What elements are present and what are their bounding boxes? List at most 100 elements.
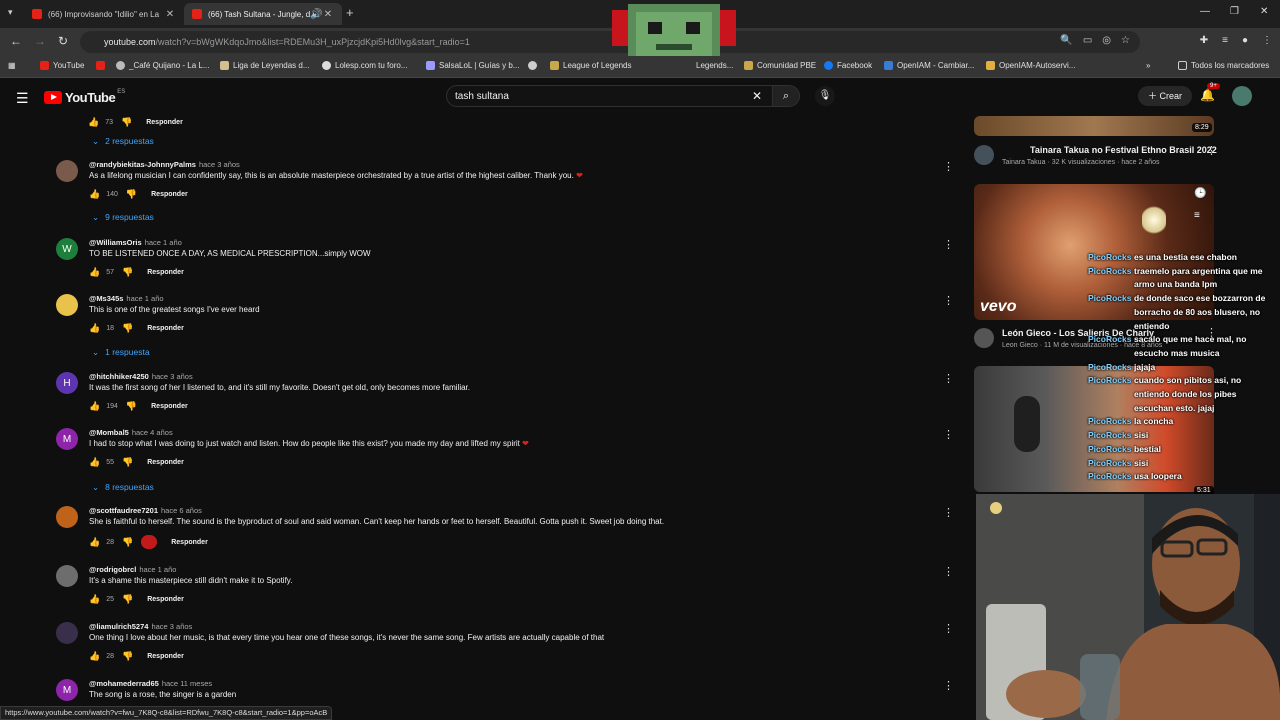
media-icon[interactable]: ≡	[1222, 35, 1228, 46]
reply-button[interactable]: Responder	[147, 325, 184, 332]
bookmark-legends[interactable]: Legends...	[696, 61, 733, 70]
watch-later-icon[interactable]: 🕒	[1194, 188, 1206, 199]
search-input[interactable]: tash sultana ✕	[446, 85, 772, 107]
close-tab-icon[interactable]: ✕	[164, 9, 176, 20]
comment-more-icon[interactable]: ⋮	[943, 506, 954, 519]
comment-more-icon[interactable]: ⋮	[943, 428, 954, 441]
like-icon[interactable]: 👍	[89, 594, 100, 605]
comment-username[interactable]: @Ms345s	[89, 294, 123, 303]
create-button[interactable]: ＋ Crear	[1138, 86, 1193, 106]
commenter-avatar[interactable]	[56, 160, 78, 182]
comment-time[interactable]: hace 6 años	[161, 506, 202, 515]
comment-time[interactable]: hace 1 año	[126, 294, 163, 303]
hamburger-menu-icon[interactable]: ☰	[16, 90, 29, 107]
dislike-icon[interactable]: 👎	[122, 267, 133, 278]
comment-more-icon[interactable]: ⋮	[943, 238, 954, 251]
comment-username[interactable]: @scottfaudree7201	[89, 506, 158, 515]
dislike-icon[interactable]: 👎	[126, 189, 137, 200]
comment-more-icon[interactable]: ⋮	[943, 565, 954, 578]
comment-time[interactable]: hace 1 año	[145, 238, 182, 247]
bookmark-facebook[interactable]: Facebook	[824, 61, 872, 70]
comment-more-icon[interactable]: ⋮	[943, 372, 954, 385]
browser-tab-1[interactable]: (66) Improvisando "Idilio" en La ✕	[24, 3, 184, 25]
close-window-icon[interactable]: ✕	[1260, 6, 1268, 17]
replies-toggle[interactable]: ⌄ 8 respuestas	[92, 482, 154, 493]
reply-button[interactable]: Responder	[151, 191, 188, 198]
minimize-icon[interactable]: —	[1200, 6, 1210, 17]
dislike-icon[interactable]: 👎	[122, 537, 133, 548]
reply-button[interactable]: Responder	[147, 269, 184, 276]
video-more-icon[interactable]: ⋮	[1206, 144, 1217, 157]
apps-icon[interactable]: ▦	[8, 61, 16, 70]
commenter-avatar[interactable]: M	[56, 428, 78, 450]
like-icon[interactable]: 👍	[88, 117, 99, 128]
clear-search-icon[interactable]: ✕	[752, 89, 762, 103]
bookmark-star-icon[interactable]: ☆	[1121, 35, 1130, 46]
reply-button[interactable]: Responder	[151, 403, 188, 410]
all-bookmarks-folder[interactable]: Todos los marcadores	[1178, 61, 1269, 70]
extensions-icon[interactable]: ✚	[1200, 35, 1208, 46]
like-icon[interactable]: 👍	[89, 323, 100, 334]
bookmark-league-of-legends[interactable]: League of Legends	[550, 61, 632, 70]
comment-username[interactable]: @liamulrich5274	[89, 622, 148, 631]
channel-avatar[interactable]	[974, 328, 994, 348]
like-icon[interactable]: 👍	[89, 267, 100, 278]
comment-username[interactable]: @WilliamsOris	[89, 238, 142, 247]
bookmark-globe[interactable]	[528, 61, 541, 70]
new-tab-button[interactable]: +	[346, 5, 354, 20]
bookmark-youtube[interactable]: YouTube	[40, 61, 84, 70]
add-to-queue-icon[interactable]: ≡	[1194, 210, 1200, 221]
comment-username[interactable]: @rodrigobrcl	[89, 565, 136, 574]
bookmark-comunidad-pbe[interactable]: Comunidad PBE	[744, 61, 816, 70]
profile-icon[interactable]: ●	[1242, 35, 1248, 46]
dislike-icon[interactable]: 👎	[126, 401, 137, 412]
like-icon[interactable]: 👍	[89, 457, 100, 468]
comment-time[interactable]: hace 3 años	[199, 160, 240, 169]
more-bookmarks-icon[interactable]: »	[1146, 61, 1150, 70]
voice-search-icon[interactable]: 🎙	[815, 86, 835, 106]
reply-button[interactable]: Responder	[146, 119, 183, 126]
tab-search-icon[interactable]: ▾	[8, 7, 13, 18]
bookmark-salsalol[interactable]: SalsaLoL | Guías y b...	[426, 61, 520, 70]
close-tab-icon[interactable]: ✕	[322, 9, 334, 20]
dislike-icon[interactable]: 👎	[122, 651, 133, 662]
account-avatar[interactable]	[1232, 86, 1252, 106]
like-icon[interactable]: 👍	[89, 401, 100, 412]
reply-button[interactable]: Responder	[147, 653, 184, 660]
commenter-avatar[interactable]	[56, 294, 78, 316]
dislike-icon[interactable]: 👎	[121, 117, 132, 128]
comment-more-icon[interactable]: ⋮	[943, 160, 954, 173]
video-title[interactable]: Tainara Takua no Festival Ethno Brasil 2…	[1030, 145, 1217, 155]
comment-username[interactable]: @randybiekitas-JohnnyPalms	[89, 160, 196, 169]
like-icon[interactable]: 👍	[89, 189, 100, 200]
replies-toggle[interactable]: ⌄ 2 respuestas	[92, 136, 154, 147]
reload-icon[interactable]: ↻	[58, 34, 68, 48]
reply-button[interactable]: Responder	[171, 539, 208, 546]
comment-username[interactable]: @Mombal5	[89, 428, 129, 437]
reply-button[interactable]: Responder	[147, 459, 184, 466]
comment-username[interactable]: @mohamederrad65	[89, 679, 159, 688]
video-thumbnail[interactable]	[974, 116, 1214, 136]
comment-time[interactable]: hace 3 años	[152, 372, 193, 381]
commenter-avatar[interactable]: M	[56, 679, 78, 701]
search-button[interactable]: ⌕	[772, 85, 800, 107]
commenter-avatar[interactable]: H	[56, 372, 78, 394]
notifications-bell-icon[interactable]: 🔔	[1200, 88, 1215, 102]
like-icon[interactable]: 👍	[89, 651, 100, 662]
replies-toggle[interactable]: ⌄ 1 respuesta	[92, 347, 150, 358]
address-bar[interactable]: youtube.com/watch?v=bWgWKdqoJmo&list=RDE…	[80, 31, 1140, 53]
comment-time[interactable]: hace 1 año	[139, 565, 176, 574]
comment-time[interactable]: hace 4 años	[132, 428, 173, 437]
comment-more-icon[interactable]: ⋮	[943, 679, 954, 692]
youtube-logo[interactable]: YouTube ES	[44, 89, 125, 105]
reply-button[interactable]: Responder	[147, 596, 184, 603]
dislike-icon[interactable]: 👎	[122, 457, 133, 468]
commenter-avatar[interactable]: W	[56, 238, 78, 260]
bookmark-openiam-autoservi[interactable]: OpenIAM-Autoservi...	[986, 61, 1075, 70]
cast-icon[interactable]: ▭	[1083, 35, 1092, 46]
commenter-avatar[interactable]	[56, 622, 78, 644]
dislike-icon[interactable]: 👎	[122, 323, 133, 334]
dislike-icon[interactable]: 👎	[122, 594, 133, 605]
like-icon[interactable]: 👍	[89, 537, 100, 548]
menu-kebab-icon[interactable]: ⋮	[1262, 35, 1272, 46]
